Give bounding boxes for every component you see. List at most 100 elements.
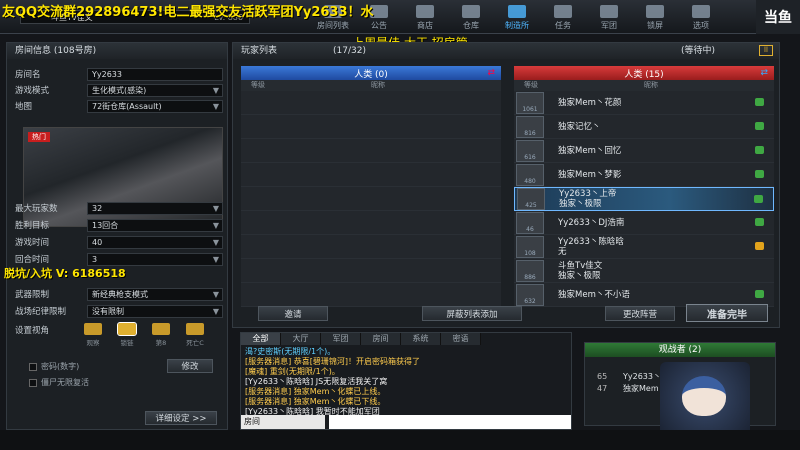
select-value: 32 bbox=[92, 203, 103, 213]
player-names: 斗鱼Tv佳文 独家丶极限 bbox=[558, 261, 602, 281]
pause-icon[interactable]: ll bbox=[759, 45, 773, 56]
blue-slots bbox=[241, 91, 501, 307]
player-names: Yy2633丶上帝 独家丶极限 bbox=[559, 189, 616, 209]
player-slot[interactable]: 886 斗鱼Tv佳文 独家丶极限 bbox=[514, 259, 774, 283]
round-time-select[interactable]: 3 ▼ bbox=[87, 252, 223, 266]
nav-clan[interactable]: 军团 bbox=[586, 0, 632, 34]
player-slot[interactable]: 480 独家Mem丶梦影 bbox=[514, 163, 774, 187]
select-value: 72街仓库(Assault) bbox=[92, 101, 162, 111]
room-info-panel: 房间信息 (108号房) 房间名 Yy2633 游戏模式 生化模式(感染) ▼ 地图 7… bbox=[6, 42, 228, 430]
room-number: (108号房) bbox=[53, 46, 97, 56]
player-slot[interactable]: 616 独家Mem丶回忆 bbox=[514, 139, 774, 163]
nav-options[interactable]: 选项 bbox=[678, 0, 724, 34]
view-option-label: 第8 bbox=[155, 339, 167, 347]
detail-settings-button[interactable]: 详细设定 >> bbox=[145, 411, 217, 425]
block-list-button[interactable]: 屏蔽列表添加 bbox=[422, 306, 522, 321]
player-list-label: 玩家列表 bbox=[241, 46, 278, 56]
player-level: 816 bbox=[524, 129, 536, 137]
field-label: 地图 bbox=[15, 102, 33, 112]
chat-panel: 全部 大厅 军团 房间 系统 密语 渴?史密斯(无期限/1个)。 [服务器消息] … bbox=[240, 332, 572, 430]
view-option-death[interactable]: 死亡C bbox=[183, 323, 207, 347]
factory-icon bbox=[508, 5, 526, 18]
game-mode-select[interactable]: 生化模式(感染) ▼ bbox=[87, 83, 223, 97]
field-label: 战场纪律限制 bbox=[15, 307, 67, 317]
view-option-third[interactable]: 第8 bbox=[149, 323, 173, 347]
nav-label: 房间列表 bbox=[317, 21, 349, 30]
player-slot[interactable]: 816 独家记忆丶 bbox=[514, 115, 774, 139]
invite-button[interactable]: 邀请 bbox=[258, 306, 328, 321]
game-time-select[interactable]: 40 ▼ bbox=[87, 235, 223, 249]
room-name-field[interactable]: Yy2633 bbox=[87, 67, 223, 81]
chat-input[interactable] bbox=[329, 415, 571, 429]
ready-status-icon bbox=[755, 290, 764, 298]
chat-log: 渴?史密斯(无期限/1个)。 [服务器消息] 恭喜[碧珊锦河]！开启密码箱获得了[… bbox=[241, 345, 571, 417]
rank-avatar: 616 bbox=[516, 139, 544, 162]
nav-label: 仓库 bbox=[463, 21, 479, 30]
player-level: 108 bbox=[524, 249, 536, 257]
tab-clan[interactable]: 军团 bbox=[321, 333, 361, 345]
empty-slot bbox=[241, 91, 501, 115]
nav-warehouse[interactable]: 仓库 bbox=[448, 0, 494, 34]
password-checkbox[interactable]: 密码(数字) bbox=[29, 361, 79, 372]
douyu-logo: 当鱼 bbox=[756, 0, 800, 34]
player-slot[interactable]: 425 Yy2633丶上帝 独家丶极限 bbox=[514, 187, 774, 211]
select-value: 生化模式(感染) bbox=[92, 85, 147, 95]
chat-message: [魔魂] 重剑(无期限/1个)。 bbox=[245, 367, 340, 376]
player-level: 632 bbox=[524, 297, 536, 305]
weapon-limit-select[interactable]: 新经典枪支模式 ▼ bbox=[87, 287, 223, 301]
rank-avatar: 1061 bbox=[516, 91, 544, 114]
player-name: 独家Mem丶花颜 bbox=[558, 97, 622, 108]
tab-whisper[interactable]: 密语 bbox=[441, 333, 481, 345]
tab-system[interactable]: 系统 bbox=[401, 333, 441, 345]
chevron-down-icon: ▼ bbox=[212, 85, 219, 95]
select-value: 新经典枪支模式 bbox=[92, 289, 148, 299]
player-slot[interactable]: 1061 独家Mem丶花颜 bbox=[514, 91, 774, 115]
change-team-button[interactable]: 更改阵营 bbox=[605, 306, 675, 321]
chevron-down-icon: ▼ bbox=[212, 203, 219, 213]
edit-button[interactable]: 修改 bbox=[167, 359, 213, 373]
column-nickname: 昵称 bbox=[644, 81, 658, 89]
weapon-limit-row: 武器限制 新经典枪支模式 ▼ bbox=[15, 287, 223, 301]
map-select[interactable]: 72街仓库(Assault) ▼ bbox=[87, 99, 223, 113]
room-title-text: 房间信息 bbox=[15, 46, 52, 56]
spectator-level: 47 bbox=[597, 384, 608, 393]
chat-message: [服务器消息] 恭喜[碧珊锦河]！开启密码箱获得了 bbox=[245, 357, 421, 366]
player-slot[interactable]: 46 Yy2633丶DJ浩南 bbox=[514, 211, 774, 235]
ready-button[interactable]: 准备完毕 bbox=[686, 304, 768, 322]
chat-channel-select[interactable]: 房间 bbox=[241, 415, 325, 429]
tab-all[interactable]: 全部 bbox=[241, 333, 281, 345]
nav-shop[interactable]: 商店 bbox=[402, 0, 448, 34]
task-icon bbox=[554, 5, 572, 18]
tab-room[interactable]: 房间 bbox=[361, 333, 401, 345]
ready-status-icon bbox=[754, 195, 763, 203]
field-label: 回合时间 bbox=[15, 255, 50, 265]
player-names: Yy2633丶DJ浩南 bbox=[558, 218, 624, 228]
nav-task[interactable]: 任务 bbox=[540, 0, 586, 34]
tab-lobby[interactable]: 大厅 bbox=[281, 333, 321, 345]
checkbox-label: 僵尸无限复活 bbox=[41, 378, 89, 387]
empty-slot bbox=[241, 187, 501, 211]
spectator-name: Yy2633丶 bbox=[623, 372, 661, 381]
spectator-name: 独家Mem bbox=[623, 384, 659, 393]
room-name-row: 房间名 Yy2633 bbox=[15, 67, 223, 81]
swap-icon[interactable]: ⇄ bbox=[760, 68, 768, 78]
win-target-select[interactable]: 13回合 ▼ bbox=[87, 218, 223, 232]
player-count: (17/32) bbox=[333, 46, 366, 56]
ready-status-icon bbox=[755, 218, 764, 226]
nav-lock[interactable]: 锁屏 bbox=[632, 0, 678, 34]
swap-icon[interactable]: ⇄ bbox=[487, 68, 495, 78]
nav-factory[interactable]: 制造所 bbox=[494, 0, 540, 34]
bottom-bar bbox=[0, 430, 800, 450]
view-option-chain[interactable]: 锁链 bbox=[115, 322, 139, 347]
view-option-observe[interactable]: 观察 bbox=[81, 323, 105, 347]
select-value: 40 bbox=[92, 237, 103, 247]
player-slot[interactable]: 108 Yy2633丶陈晗晗无 bbox=[514, 235, 774, 259]
rule-limit-select[interactable]: 没有限制 ▼ bbox=[87, 304, 223, 318]
max-players-select[interactable]: 32 ▼ bbox=[87, 201, 223, 215]
avatar-face bbox=[682, 376, 726, 416]
player-name: 独家Mem丶梦影 bbox=[558, 169, 622, 180]
field-label: 设置视角 bbox=[15, 326, 50, 336]
blue-team-header: 人类 (0) ⇄ bbox=[241, 66, 501, 80]
zombie-respawn-checkbox[interactable]: 僵尸无限复活 bbox=[29, 377, 89, 388]
team-name: 人类 (15) bbox=[624, 69, 664, 80]
